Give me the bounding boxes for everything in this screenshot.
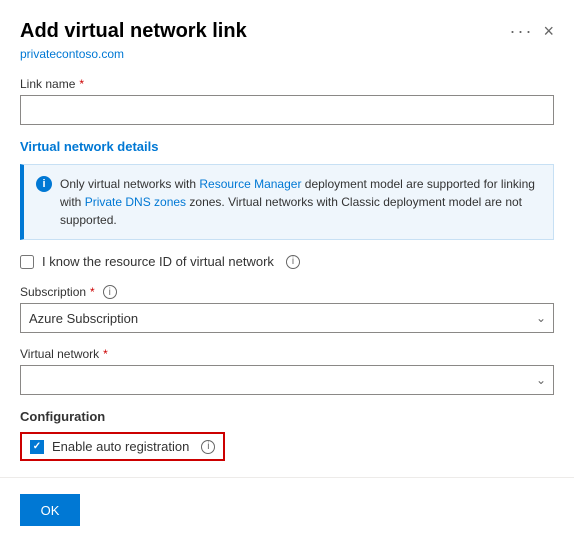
dialog-title: Add virtual network link	[20, 20, 247, 43]
dialog-body: Link name * Virtual network details i On…	[0, 77, 574, 546]
header-actions: ··· ×	[510, 21, 555, 42]
add-virtual-network-link-dialog: Add virtual network link ··· × privateco…	[0, 0, 574, 546]
dialog-subtitle: privatecontoso.com	[0, 47, 574, 77]
auto-registration-label: Enable auto registration	[52, 439, 189, 454]
subscription-info-icon[interactable]: i	[103, 285, 117, 299]
dialog-header: Add virtual network link ··· ×	[0, 0, 574, 47]
link-name-input[interactable]	[20, 95, 554, 125]
info-icon: i	[36, 176, 52, 192]
resource-id-info-icon[interactable]: i	[286, 255, 300, 269]
resource-id-checkbox[interactable]	[20, 255, 34, 269]
auto-registration-row: ✓ Enable auto registration i	[20, 432, 225, 461]
resource-id-row: I know the resource ID of virtual networ…	[20, 254, 554, 269]
ok-button[interactable]: OK	[20, 494, 80, 526]
virtual-network-details-title: Virtual network details	[20, 139, 554, 154]
resource-id-label: I know the resource ID of virtual networ…	[42, 254, 274, 269]
resource-manager-link[interactable]: Resource Manager	[199, 177, 301, 191]
close-icon[interactable]: ×	[543, 21, 554, 42]
subscription-wrapper: Azure Subscription ⌄	[20, 303, 554, 333]
checkmark-icon: ✓	[33, 441, 41, 452]
auto-registration-checkbox[interactable]: ✓	[30, 440, 44, 454]
info-box: i Only virtual networks with Resource Ma…	[20, 164, 554, 240]
private-dns-link[interactable]: Private DNS zones	[85, 195, 186, 209]
more-options-icon[interactable]: ···	[510, 21, 534, 42]
virtual-network-label: Virtual network *	[20, 347, 554, 361]
virtual-network-required: *	[103, 347, 108, 361]
configuration-section: Configuration ✓ Enable auto registration…	[20, 409, 554, 461]
virtual-network-select[interactable]	[20, 365, 554, 395]
configuration-title: Configuration	[20, 409, 554, 424]
subscription-label: Subscription * i	[20, 285, 554, 299]
subscription-required: *	[90, 285, 95, 299]
auto-registration-info-icon[interactable]: i	[201, 440, 215, 454]
subscription-select[interactable]: Azure Subscription	[20, 303, 554, 333]
link-name-label: Link name *	[20, 77, 554, 91]
info-text: Only virtual networks with Resource Mana…	[60, 175, 541, 229]
divider	[0, 477, 574, 478]
virtual-network-wrapper: ⌄	[20, 365, 554, 395]
link-name-required: *	[79, 77, 84, 91]
